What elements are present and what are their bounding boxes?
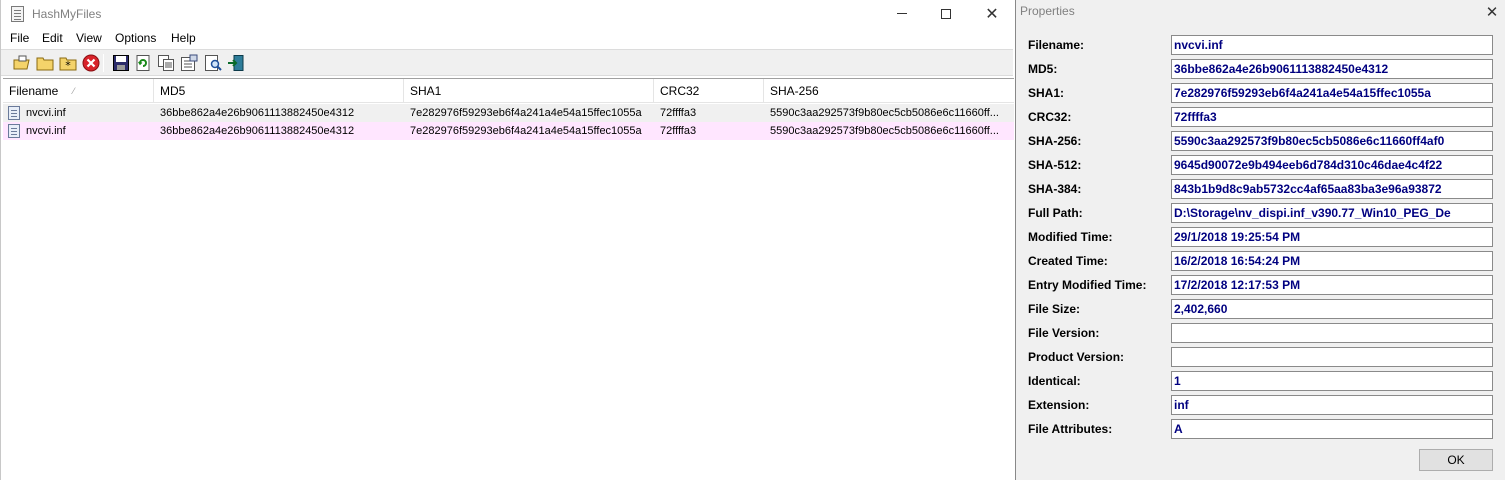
toolbar: * xyxy=(1,49,1013,76)
file-icon xyxy=(8,124,20,138)
label-identical: Identical: xyxy=(1028,374,1081,388)
field-sha384[interactable]: 843b1b9d8c9ab5732cc4af65aa83ba3e96a93872 xyxy=(1171,179,1493,199)
label-file-version: File Version: xyxy=(1028,326,1100,340)
field-filename[interactable]: nvcvi.inf xyxy=(1171,35,1493,55)
app-icon xyxy=(11,6,24,22)
menu-bar: File Edit View Options Help xyxy=(1,28,1013,48)
properties-icon[interactable] xyxy=(180,54,198,72)
column-header-label: Filename xyxy=(9,84,59,98)
field-entry-modified-time[interactable]: 17/2/2018 12:17:53 PM xyxy=(1171,275,1493,295)
close-button[interactable]: ✕ xyxy=(969,0,1015,28)
toolbar-separator xyxy=(103,54,104,72)
label-created-time: Created Time: xyxy=(1028,254,1108,268)
field-file-version[interactable] xyxy=(1171,323,1493,343)
add-wildcard-icon[interactable]: * xyxy=(59,54,77,72)
exit-icon[interactable] xyxy=(227,54,245,72)
label-modified-time: Modified Time: xyxy=(1028,230,1113,244)
field-created-time[interactable]: 16/2/2018 16:54:24 PM xyxy=(1171,251,1493,271)
field-crc32[interactable]: 72ffffa3 xyxy=(1171,107,1493,127)
menu-view[interactable]: View xyxy=(76,31,102,45)
cell-crc32: 72ffffa3 xyxy=(660,125,697,137)
cell-md5: 36bbe862a4e26b9061113882450e4312 xyxy=(160,107,355,119)
field-modified-time[interactable]: 29/1/2018 19:25:54 PM xyxy=(1171,227,1493,247)
cell-sha256: 5590c3aa292573f9b80ec5cb5086e6c11660ff..… xyxy=(770,107,999,119)
label-md5: MD5: xyxy=(1028,62,1058,76)
cell-md5: 36bbe862a4e26b9061113882450e4312 xyxy=(160,125,355,137)
list-header: Filename ⁄ MD5 SHA1 CRC32 SHA-256 xyxy=(3,79,1014,103)
cell-sha1: 7e282976f59293eb6f4a241a4e54a15ffec1055a xyxy=(410,125,642,137)
label-filename: Filename: xyxy=(1028,38,1085,52)
save-icon[interactable] xyxy=(112,54,130,72)
refresh-icon[interactable] xyxy=(134,54,152,72)
label-sha1: SHA1: xyxy=(1028,86,1065,100)
table-row[interactable]: nvcvi.inf 36bbe862a4e26b9061113882450e43… xyxy=(3,104,1014,122)
field-product-version[interactable] xyxy=(1171,347,1493,367)
field-file-size[interactable]: 2,402,660 xyxy=(1171,299,1493,319)
cell-filename: nvcvi.inf xyxy=(26,107,66,119)
svg-text:*: * xyxy=(65,59,71,72)
main-window: HashMyFiles ✕ File Edit View Options Hel… xyxy=(0,0,1014,480)
title-bar: HashMyFiles ✕ xyxy=(1,0,1013,28)
file-list[interactable]: Filename ⁄ MD5 SHA1 CRC32 SHA-256 nvcvi.… xyxy=(3,78,1014,480)
label-crc32: CRC32: xyxy=(1028,110,1072,124)
menu-edit[interactable]: Edit xyxy=(42,31,63,45)
table-row[interactable]: nvcvi.inf 36bbe862a4e26b9061113882450e43… xyxy=(3,122,1014,140)
label-extension: Extension: xyxy=(1028,398,1090,412)
field-md5[interactable]: 36bbe862a4e26b9061113882450e4312 xyxy=(1171,59,1493,79)
field-sha1[interactable]: 7e282976f59293eb6f4a241a4e54a15ffec1055a xyxy=(1171,83,1493,103)
label-full-path: Full Path: xyxy=(1028,206,1083,220)
field-file-attributes[interactable]: A xyxy=(1171,419,1493,439)
cell-sha1: 7e282976f59293eb6f4a241a4e54a15ffec1055a xyxy=(410,107,642,119)
column-header-crc32[interactable]: CRC32 xyxy=(654,79,764,103)
open-file-icon[interactable] xyxy=(13,54,31,72)
label-sha512: SHA-512: xyxy=(1028,158,1082,172)
column-header-filename[interactable]: Filename ⁄ xyxy=(3,79,154,103)
menu-options[interactable]: Options xyxy=(115,31,156,45)
sort-asc-icon: ⁄ xyxy=(73,86,75,96)
label-sha256: SHA-256: xyxy=(1028,134,1082,148)
close-icon: ✕ xyxy=(985,4,999,23)
column-header-md5[interactable]: MD5 xyxy=(154,79,404,103)
field-sha512[interactable]: 9645d90072e9b494eeb6d784d310c46dae4c4f22 xyxy=(1171,155,1493,175)
label-product-version: Product Version: xyxy=(1028,350,1125,364)
minimize-button[interactable] xyxy=(879,0,925,28)
menu-help[interactable]: Help xyxy=(171,31,196,45)
dialog-title: Properties xyxy=(1020,4,1075,18)
maximize-button[interactable] xyxy=(923,0,969,28)
ok-button[interactable]: OK xyxy=(1419,449,1493,471)
find-icon[interactable] xyxy=(204,54,222,72)
properties-dialog: Properties ✕ Filename: nvcvi.inf MD5: 36… xyxy=(1015,0,1505,480)
label-entry-modified-time: Entry Modified Time: xyxy=(1028,278,1147,292)
label-sha384: SHA-384: xyxy=(1028,182,1082,196)
field-sha256[interactable]: 5590c3aa292573f9b80ec5cb5086e6c11660ff4a… xyxy=(1171,131,1493,151)
cell-filename: nvcvi.inf xyxy=(26,125,66,137)
column-header-sha1[interactable]: SHA1 xyxy=(404,79,654,103)
column-header-sha256[interactable]: SHA-256 xyxy=(764,79,1014,103)
label-file-size: File Size: xyxy=(1028,302,1081,316)
maximize-icon xyxy=(941,8,951,19)
open-folder-icon[interactable] xyxy=(36,54,54,72)
dialog-close-button[interactable]: ✕ xyxy=(1482,2,1502,22)
field-full-path[interactable]: D:\Storage\nv_dispi.inf_v390.77_Win10_PE… xyxy=(1171,203,1493,223)
close-icon: ✕ xyxy=(1485,3,1499,21)
copy-icon[interactable] xyxy=(157,54,175,72)
file-icon xyxy=(8,106,20,120)
cell-sha256: 5590c3aa292573f9b80ec5cb5086e6c11660ff..… xyxy=(770,125,999,137)
delete-icon[interactable] xyxy=(82,54,100,72)
field-identical[interactable]: 1 xyxy=(1171,371,1493,391)
minimize-icon xyxy=(897,13,907,14)
field-extension[interactable]: inf xyxy=(1171,395,1493,415)
menu-file[interactable]: File xyxy=(10,31,29,45)
label-file-attributes: File Attributes: xyxy=(1028,422,1113,436)
window-title: HashMyFiles xyxy=(32,7,102,21)
cell-crc32: 72ffffa3 xyxy=(660,107,697,119)
